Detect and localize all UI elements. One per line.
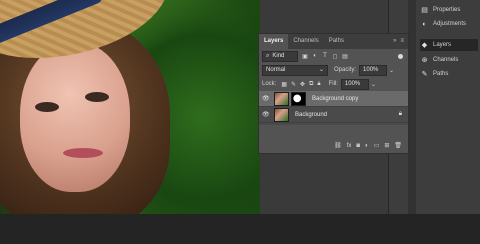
dock-item-label: Paths [433, 71, 449, 77]
add-mask-icon[interactable]: ◙ [356, 143, 360, 149]
trash-icon[interactable]: 🗑︎ [394, 142, 402, 149]
filter-kind-select[interactable]: ⌕ Kind [262, 50, 298, 62]
photo-face [20, 42, 130, 192]
layer-thumbnail [274, 107, 289, 122]
bottom-bar [0, 214, 480, 244]
filter-smartobject-icon[interactable]: ▤ [342, 53, 348, 60]
layer-row[interactable]: 👁︎ Background 🔒︎ [259, 107, 408, 123]
paths-icon: ✎ [421, 71, 428, 78]
adjustment-layer-icon[interactable]: ◐ [365, 143, 369, 149]
layers-panel: Layers Channels Paths » ≡ ⌕ Kind ▣ ◐ T ◻… [258, 33, 409, 154]
dock-item-layers[interactable]: ◆ Layers [420, 39, 478, 51]
chevron-down-icon: ⌄ [318, 66, 324, 73]
properties-icon: ▤ [421, 7, 428, 14]
lock-artboard-icon[interactable]: ⧉ [309, 81, 313, 88]
dock-item-label: Properties [433, 7, 461, 13]
layer-mask-thumbnail[interactable] [291, 91, 306, 106]
filter-adjustment-icon[interactable]: ◐ [312, 53, 318, 60]
dock-item-label: Layers [433, 42, 452, 48]
photo-eye-left [35, 102, 59, 112]
filter-type-icon[interactable]: T [322, 53, 328, 60]
opacity-chevron-icon[interactable]: ⌄ [389, 67, 394, 74]
lock-icon: 🔒︎ [398, 111, 402, 117]
fill-chevron-icon[interactable]: ⌄ [371, 81, 376, 88]
filter-toggle[interactable] [398, 53, 403, 59]
opacity-field[interactable]: 100% [359, 64, 388, 76]
tab-layers[interactable]: Layers [259, 34, 289, 49]
layers-panel-footer: ⛓︎ fx ◙ ◐ ▭ ⊞ 🗑︎ [259, 138, 408, 153]
photo-lips [63, 148, 103, 158]
dock-collapse-strip[interactable] [408, 0, 416, 214]
adjustments-icon: ◐ [422, 20, 427, 28]
lock-label: Lock: [262, 81, 277, 87]
dock-item-properties[interactable]: ▤ Properties [420, 4, 478, 16]
lock-icons: ▦ ✎ ✥ ⧉ 🔒︎ [281, 81, 320, 88]
fill-label: Fill: [328, 81, 338, 87]
filter-shape-icon[interactable]: ◻ [332, 53, 338, 60]
filter-row: ⌕ Kind ▣ ◐ T ◻ ▤ [259, 49, 408, 63]
layer-name[interactable]: Background [295, 112, 327, 118]
tab-paths[interactable]: Paths [324, 34, 349, 49]
dock-item-adjustments[interactable]: ◐ Adjustments [420, 18, 478, 30]
channels-icon: ⊛ [421, 57, 428, 64]
dock-item-channels[interactable]: ⊛ Channels [420, 54, 478, 66]
link-layers-icon[interactable]: ⛓︎ [334, 142, 342, 149]
opacity-label: Opacity: [334, 67, 357, 73]
search-icon: ⌕ [266, 52, 270, 59]
eye-icon[interactable]: 👁︎ [262, 95, 271, 102]
tab-channels[interactable]: Channels [288, 34, 323, 49]
blend-mode-select[interactable]: Normal ⌄ [262, 64, 328, 76]
dock-item-label: Channels [433, 57, 459, 63]
new-layer-icon[interactable]: ⊞ [384, 142, 389, 149]
panel-menu-icon[interactable]: ≡ [400, 34, 404, 49]
lock-transparent-icon[interactable]: ▦ [281, 81, 287, 88]
blend-row: Normal ⌄ Opacity: 100% ⌄ [259, 63, 408, 77]
lock-brush-icon[interactable]: ✎ [291, 81, 296, 88]
layers-list: 👁︎ Background copy 👁︎ Background 🔒︎ [259, 91, 408, 125]
lock-position-icon[interactable]: ✥ [300, 81, 305, 88]
dock-item-paths[interactable]: ✎ Paths [420, 68, 478, 80]
fill-field[interactable]: 100% [340, 78, 369, 90]
layers-panel-tabbar: Layers Channels Paths » ≡ [259, 34, 408, 49]
document-canvas[interactable] [0, 0, 260, 214]
lock-row: Lock: ▦ ✎ ✥ ⧉ 🔒︎ Fill: 100% ⌄ [259, 77, 408, 91]
group-folder-icon[interactable]: ▭ [374, 142, 380, 149]
collapse-panel-icon[interactable]: » [393, 34, 396, 49]
lock-all-icon[interactable]: 🔒︎ [317, 81, 320, 88]
layer-name[interactable]: Background copy [312, 96, 358, 102]
eye-icon[interactable]: 👁︎ [262, 111, 271, 118]
filter-icons: ▣ ◐ T ◻ ▤ [302, 53, 348, 60]
photo-eye-right [85, 92, 109, 102]
fx-icon[interactable]: fx [347, 143, 352, 149]
layer-thumbnail [274, 91, 289, 106]
layers-icon: ◆ [421, 42, 428, 49]
filter-pixel-icon[interactable]: ▣ [302, 53, 308, 60]
dock-item-label: Adjustments [433, 21, 467, 27]
layer-row[interactable]: 👁︎ Background copy [259, 91, 408, 107]
